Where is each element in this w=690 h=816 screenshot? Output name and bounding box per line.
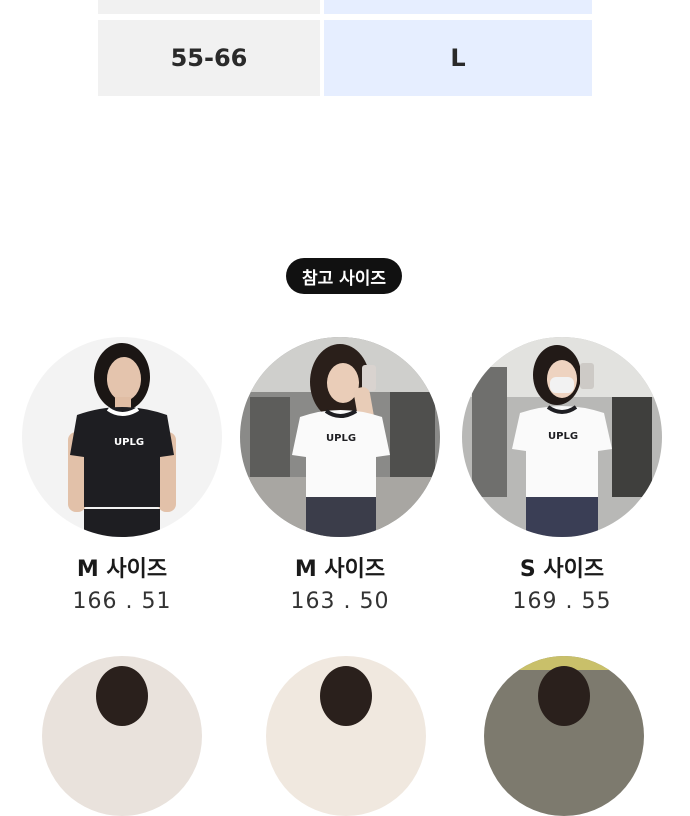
model-measurements: 166 . 51 — [72, 589, 172, 614]
model-measurements: 169 . 55 — [512, 589, 612, 614]
svg-text:UPLG: UPLG — [114, 437, 144, 448]
model-illustration — [484, 656, 644, 726]
size-row: 55-66 L — [98, 20, 592, 96]
shirt-size-cell: L — [324, 20, 592, 96]
svg-text:UPLG: UPLG — [326, 433, 356, 444]
model-illustration: UPLG — [22, 337, 222, 537]
model-card: UPLG M 사이즈 163 . 50 — [240, 337, 440, 614]
model-photo: UPLG — [22, 337, 222, 537]
reference-size-badge: 참고 사이즈 — [286, 258, 402, 294]
model-photo — [484, 656, 644, 816]
model-card: UPLG S 사이즈 169 . 55 — [462, 337, 662, 614]
model-illustration — [96, 666, 148, 726]
model-photo — [266, 656, 426, 816]
model-card: UPLG M 사이즈 166 . 51 — [22, 337, 222, 614]
model-measurements: 163 . 50 — [290, 589, 390, 614]
model-size-label: M 사이즈 — [76, 557, 168, 582]
body-size-cell — [98, 0, 320, 14]
model-size-label: M 사이즈 — [294, 557, 386, 582]
model-illustration: UPLG — [240, 337, 440, 537]
model-photo: UPLG — [240, 337, 440, 537]
body-size-cell: 55-66 — [98, 20, 320, 96]
model-illustration: UPLG — [462, 337, 662, 537]
model-size-label: S 사이즈 — [519, 557, 605, 582]
shirt-size-cell — [324, 0, 592, 14]
size-row — [98, 0, 592, 14]
model-illustration — [320, 666, 372, 726]
svg-text:UPLG: UPLG — [548, 431, 578, 442]
model-photo — [42, 656, 202, 816]
model-photo: UPLG — [462, 337, 662, 537]
